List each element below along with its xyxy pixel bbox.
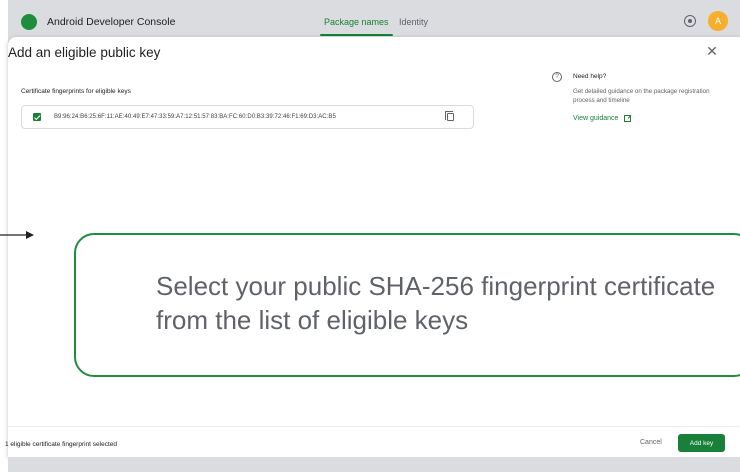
fingerprint-value: B9:96:24:B6:25:6F:11:AE:40:49:E7:47:33:5… (54, 114, 336, 120)
selection-status: 1 eligible certificate fingerprint selec… (5, 441, 118, 448)
external-link-icon (624, 115, 632, 122)
avatar[interactable]: A (708, 11, 728, 31)
app-title: Android Developer Console (47, 16, 176, 28)
close-icon[interactable]: ✕ (704, 43, 720, 59)
instruction-callout: Select your public SHA-256 fingerprint c… (74, 233, 740, 377)
help-title: Need help? (573, 73, 607, 80)
fingerprint-checkbox[interactable] (33, 113, 41, 121)
fingerprints-section-label: Certificate fingerprints for eligible ke… (21, 88, 131, 95)
callout-text: Select your public SHA-256 fingerprint c… (156, 271, 716, 335)
fingerprint-row[interactable]: B9:96:24:B6:25:6F:11:AE:40:49:E7:47:33:5… (21, 105, 474, 129)
cancel-button[interactable]: Cancel (638, 436, 664, 449)
callout-arrow-icon (0, 231, 34, 239)
view-guidance-link[interactable]: View guidance (573, 115, 632, 122)
help-icon: ? (552, 72, 562, 82)
view-guidance-label: View guidance (573, 115, 619, 122)
copy-icon[interactable] (445, 111, 454, 121)
dialog-title: Add an eligible public key (8, 45, 161, 60)
settings-icon[interactable] (684, 15, 696, 27)
footer-divider (8, 426, 740, 427)
bottom-strip (8, 457, 740, 472)
help-description: Get detailed guidance on the package reg… (573, 88, 710, 104)
add-key-button[interactable]: Add key (678, 434, 725, 452)
app-logo-icon (21, 14, 37, 30)
